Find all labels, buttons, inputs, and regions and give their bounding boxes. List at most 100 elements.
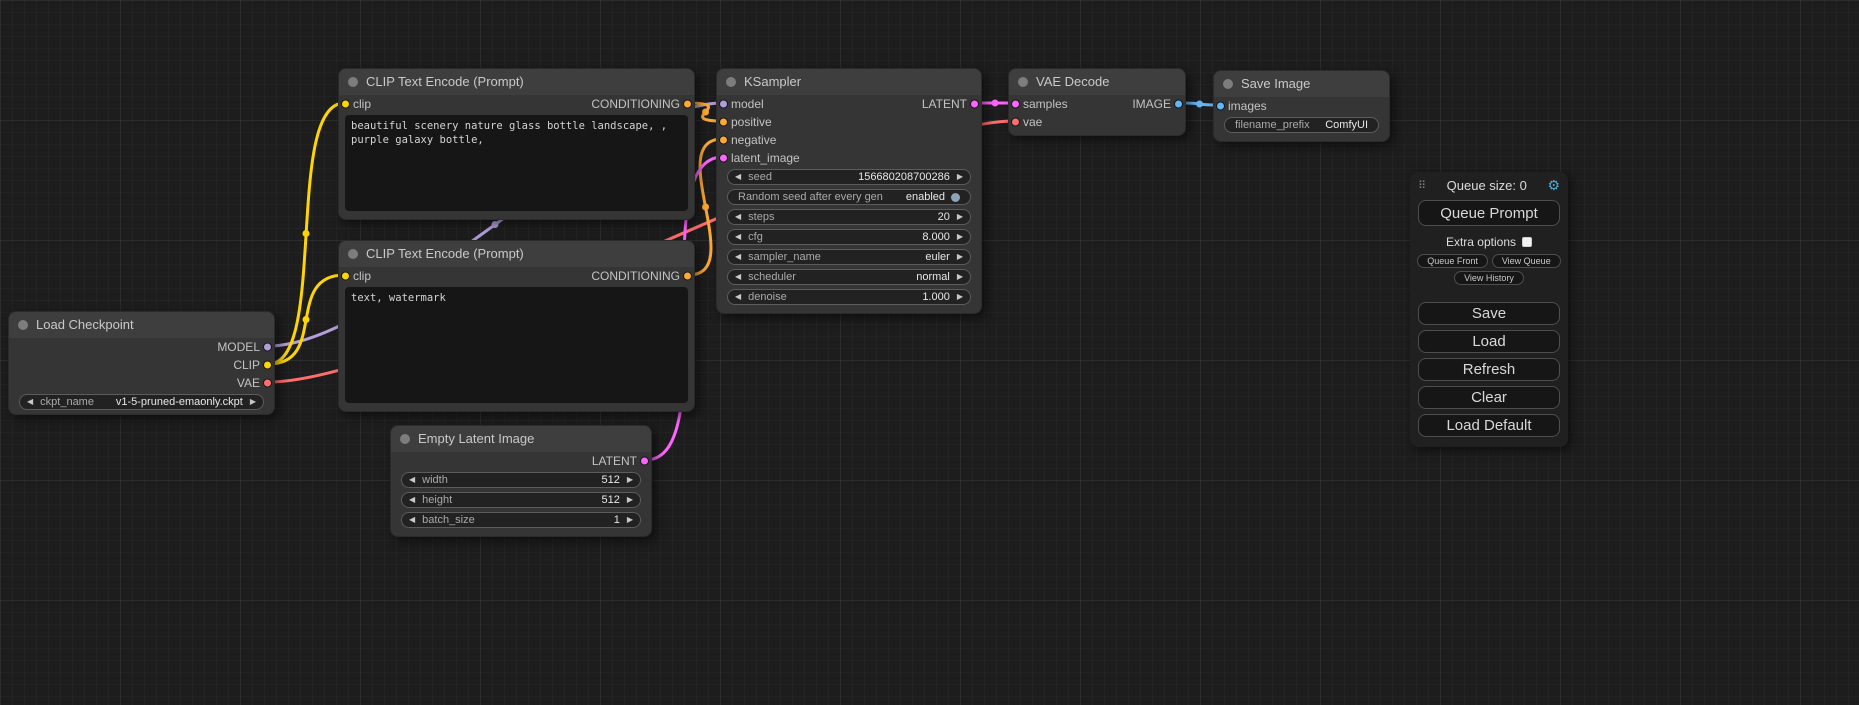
negative-prompt-textarea[interactable]: text, watermark <box>345 287 688 403</box>
input-dot-images[interactable] <box>1216 102 1225 111</box>
filename-prefix-widget[interactable]: filename_prefix ComfyUI <box>1224 117 1379 133</box>
decrement-arrow-icon[interactable]: ◀ <box>735 210 741 224</box>
input-dot-clip[interactable] <box>341 100 350 109</box>
decrement-arrow-icon[interactable]: ◀ <box>409 493 415 507</box>
widget-label: sampler_name <box>748 251 821 263</box>
node-clip-text-encode-positive[interactable]: CLIP Text Encode (Prompt) clip CONDITION… <box>338 68 695 220</box>
slot-row: latent_image <box>717 149 981 167</box>
link-clip-negative <box>269 275 345 364</box>
collapse-dot-icon[interactable] <box>400 434 410 444</box>
output-dot-conditioning[interactable] <box>683 272 692 281</box>
steps-widget[interactable]: ◀ steps 20 ▶ <box>727 209 971 225</box>
output-dot-model[interactable] <box>263 343 272 352</box>
random-seed-toggle-widget[interactable]: Random seed after every gen enabled <box>727 189 971 205</box>
queue-prompt-button[interactable]: Queue Prompt <box>1418 200 1560 226</box>
collapse-dot-icon[interactable] <box>1223 79 1233 89</box>
decrement-arrow-icon[interactable]: ◀ <box>409 513 415 527</box>
node-title-bar[interactable]: CLIP Text Encode (Prompt) <box>339 69 694 95</box>
height-widget[interactable]: ◀ height 512 ▶ <box>401 492 641 508</box>
output-dot-latent[interactable] <box>970 100 979 109</box>
batch-size-widget[interactable]: ◀ batch_size 1 ▶ <box>401 512 641 528</box>
load-default-button[interactable]: Load Default <box>1418 414 1560 437</box>
input-dot-negative[interactable] <box>719 136 728 145</box>
toggle-dot-icon[interactable] <box>951 193 960 202</box>
node-load-checkpoint[interactable]: Load Checkpoint MODEL CLIP VAE ◀ ckpt_na… <box>8 311 275 415</box>
increment-arrow-icon[interactable]: ▶ <box>957 210 963 224</box>
settings-gear-icon[interactable]: ⚙ <box>1547 177 1560 194</box>
decrement-arrow-icon[interactable]: ◀ <box>735 170 741 184</box>
increment-arrow-icon[interactable]: ▶ <box>627 493 633 507</box>
increment-arrow-icon[interactable]: ▶ <box>250 395 256 409</box>
increment-arrow-icon[interactable]: ▶ <box>957 250 963 264</box>
node-vae-decode[interactable]: VAE Decode samples IMAGE vae <box>1008 68 1186 136</box>
increment-arrow-icon[interactable]: ▶ <box>957 290 963 304</box>
denoise-widget[interactable]: ◀ denoise 1.000 ▶ <box>727 289 971 305</box>
node-title-bar[interactable]: KSampler <box>717 69 981 95</box>
input-dot-latent-image[interactable] <box>719 154 728 163</box>
input-dot-positive[interactable] <box>719 118 728 127</box>
width-widget[interactable]: ◀ width 512 ▶ <box>401 472 641 488</box>
increment-arrow-icon[interactable]: ▶ <box>627 513 633 527</box>
output-dot-latent[interactable] <box>640 457 649 466</box>
node-title-bar[interactable]: VAE Decode <box>1009 69 1185 95</box>
save-button[interactable]: Save <box>1418 302 1560 325</box>
collapse-dot-icon[interactable] <box>348 249 358 259</box>
increment-arrow-icon[interactable]: ▶ <box>957 170 963 184</box>
decrement-arrow-icon[interactable]: ◀ <box>735 230 741 244</box>
view-history-button[interactable]: View History <box>1454 271 1524 285</box>
scheduler-widget[interactable]: ◀ scheduler normal ▶ <box>727 269 971 285</box>
load-button[interactable]: Load <box>1418 330 1560 353</box>
node-title-bar[interactable]: Load Checkpoint <box>9 312 274 338</box>
cfg-widget[interactable]: ◀ cfg 8.000 ▶ <box>727 229 971 245</box>
node-empty-latent-image[interactable]: Empty Latent Image LATENT ◀ width 512 ▶ … <box>390 425 652 537</box>
node-title-bar[interactable]: Empty Latent Image <box>391 426 651 452</box>
increment-arrow-icon[interactable]: ▶ <box>627 473 633 487</box>
output-dot-conditioning[interactable] <box>683 100 692 109</box>
node-ksampler[interactable]: KSampler model LATENT positive negative … <box>716 68 982 314</box>
decrement-arrow-icon[interactable]: ◀ <box>735 270 741 284</box>
node-title-bar[interactable]: CLIP Text Encode (Prompt) <box>339 241 694 267</box>
decrement-arrow-icon[interactable]: ◀ <box>409 473 415 487</box>
node-title-bar[interactable]: Save Image <box>1214 71 1389 97</box>
output-dot-vae[interactable] <box>263 379 272 388</box>
collapse-dot-icon[interactable] <box>726 77 736 87</box>
drag-handle-icon[interactable]: ⠿ <box>1418 179 1426 192</box>
ckpt-name-widget[interactable]: ◀ ckpt_name v1-5-pruned-emaonly.ckpt ▶ <box>19 394 264 410</box>
sampler-name-widget[interactable]: ◀ sampler_name euler ▶ <box>727 249 971 265</box>
refresh-button[interactable]: Refresh <box>1418 358 1560 381</box>
collapse-dot-icon[interactable] <box>18 320 28 330</box>
slot-row: samples IMAGE <box>1009 95 1185 113</box>
output-dot-clip[interactable] <box>263 361 272 370</box>
input-dot-samples[interactable] <box>1011 100 1020 109</box>
widget-value: 1.000 <box>787 291 950 303</box>
widget-label: Random seed after every gen <box>738 191 883 203</box>
increment-arrow-icon[interactable]: ▶ <box>957 230 963 244</box>
input-dot-clip[interactable] <box>341 272 350 281</box>
input-label-samples: samples <box>1023 97 1068 111</box>
decrement-arrow-icon[interactable]: ◀ <box>735 290 741 304</box>
decrement-arrow-icon[interactable]: ◀ <box>735 250 741 264</box>
output-label-conditioning: CONDITIONING <box>591 269 680 283</box>
collapse-dot-icon[interactable] <box>1018 77 1028 87</box>
node-save-image[interactable]: Save Image images filename_prefix ComfyU… <box>1213 70 1390 142</box>
link-clip-positive <box>269 103 345 364</box>
queue-front-button[interactable]: Queue Front <box>1417 254 1488 268</box>
collapse-dot-icon[interactable] <box>348 77 358 87</box>
node-title: Empty Latent Image <box>418 431 534 446</box>
seed-widget[interactable]: ◀ seed 156680208700286 ▶ <box>727 169 971 185</box>
extra-options-checkbox[interactable] <box>1522 237 1532 247</box>
output-dot-image[interactable] <box>1174 100 1183 109</box>
node-clip-text-encode-negative[interactable]: CLIP Text Encode (Prompt) clip CONDITION… <box>338 240 695 412</box>
increment-arrow-icon[interactable]: ▶ <box>957 270 963 284</box>
node-graph-canvas[interactable]: Load Checkpoint MODEL CLIP VAE ◀ ckpt_na… <box>0 0 1859 705</box>
widget-value: 512 <box>452 494 620 506</box>
positive-prompt-textarea[interactable]: beautiful scenery nature glass bottle la… <box>345 115 688 211</box>
input-label-negative: negative <box>731 133 776 147</box>
view-queue-button[interactable]: View Queue <box>1492 254 1561 268</box>
widget-value: 20 <box>774 211 949 223</box>
decrement-arrow-icon[interactable]: ◀ <box>27 395 33 409</box>
clear-button[interactable]: Clear <box>1418 386 1560 409</box>
input-dot-model[interactable] <box>719 100 728 109</box>
input-dot-vae[interactable] <box>1011 118 1020 127</box>
widget-label: ckpt_name <box>40 396 94 408</box>
